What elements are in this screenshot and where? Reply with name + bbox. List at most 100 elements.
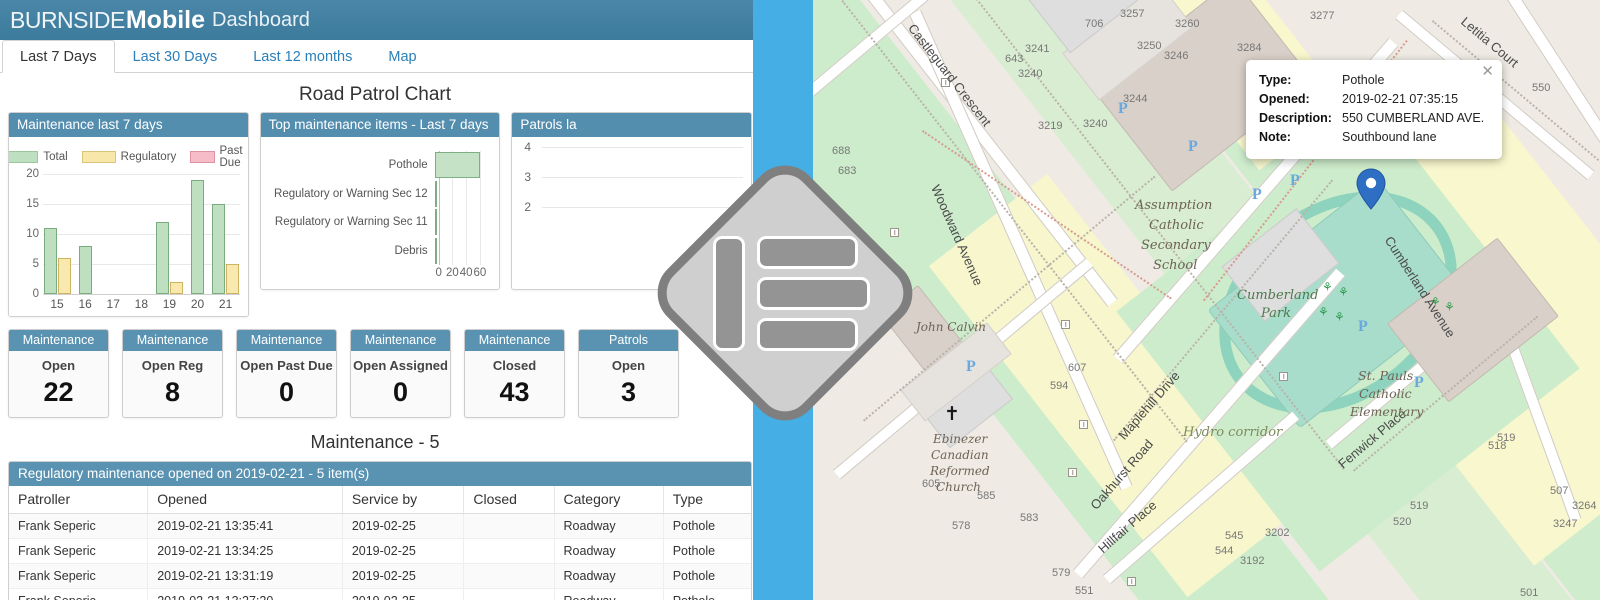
map-house-number: 3284 xyxy=(1237,42,1262,54)
tab-label: Last 30 Days xyxy=(132,48,218,65)
x-tick-label: 0 xyxy=(435,267,442,279)
bar-track xyxy=(434,237,486,266)
table-body: Frank Seperic 2019-02-21 13:35:41 2019-02-… xyxy=(9,513,751,600)
x-tick-label: 18 xyxy=(134,297,148,311)
stat-card-subtitle: Open xyxy=(611,358,646,373)
stat-card-open-reg[interactable]: Maintenance Open Reg 8 xyxy=(122,329,223,418)
stat-card-header: Maintenance xyxy=(351,330,450,351)
table-cell xyxy=(463,563,555,589)
column-header[interactable]: Type xyxy=(663,486,751,514)
tab-last-7-days[interactable]: Last 7 Days xyxy=(2,40,115,73)
bar-group xyxy=(155,174,183,294)
gridline xyxy=(542,177,744,178)
column-header[interactable]: Patroller xyxy=(9,486,149,514)
map-house-number: 585 xyxy=(977,490,996,502)
bar-group xyxy=(99,174,127,294)
tab-map[interactable]: Map xyxy=(370,40,434,72)
table-row[interactable]: Frank Seperic 2019-02-21 13:34:25 2019-02-… xyxy=(9,538,751,564)
map-street-label-woodward-avenue: Woodward Avenue xyxy=(928,182,987,288)
popup-key: Description: xyxy=(1259,111,1332,125)
map-street-label-hillfair-place: Hillfair Place xyxy=(1095,497,1160,557)
table-cell: Frank Seperic xyxy=(9,513,149,539)
column-header[interactable]: Opened xyxy=(147,486,343,514)
bar-row: Regulatory or Warning Sec 11 xyxy=(267,208,486,237)
map-house-number: 605 xyxy=(922,478,941,490)
panel-top-maintenance-items: Top maintenance items - Last 7 days Poth… xyxy=(259,112,501,290)
popup-value: Pothole xyxy=(1342,73,1385,87)
stat-card-closed[interactable]: Maintenance Closed 43 xyxy=(464,329,565,418)
panel-body: 2 3 4 xyxy=(512,137,752,289)
map-poi-cumberland-park-line1: Cumberland xyxy=(1237,288,1319,303)
popup-value: Southbound lane xyxy=(1342,130,1437,144)
brand-burnside: Burnside xyxy=(10,6,125,33)
panel-body: Total Regulatory Past Due 0 5 10 15 20 1… xyxy=(8,137,248,316)
map-poi-ebinezer-line4: Church xyxy=(936,480,981,494)
map-poi-john-calvin: John Calvin xyxy=(916,320,986,334)
map-house-number: 3250 xyxy=(1137,40,1162,52)
map-poi-assumption-line4: School xyxy=(1153,258,1198,273)
popup-value: 550 CUMBERLAND AVE. xyxy=(1342,111,1485,125)
map-house-number: 3241 xyxy=(1025,43,1050,55)
stat-card-open[interactable]: Maintenance Open 22 xyxy=(8,329,109,418)
map-info-popup[interactable]: ✕ Type: Pothole Opened: 2019-02-21 07:35… xyxy=(1246,60,1502,159)
table-cell: Pothole xyxy=(663,513,751,539)
table-row[interactable]: Frank Seperic 2019-02-21 13:35:41 2019-02-… xyxy=(9,513,751,539)
dashboard-pane: Burnside Mobile Dashboard Last 7 Days Last… xyxy=(0,0,760,600)
map-house-number: 551 xyxy=(1075,585,1094,597)
map-street-label-maplehill-drive: Maplehill Drive xyxy=(1115,368,1183,443)
stat-card-open[interactable]: Patrols Open 3 xyxy=(578,329,679,418)
stat-card-open-past-due[interactable]: Maintenance Open Past Due 0 xyxy=(236,329,337,418)
legend-label: Regulatory xyxy=(120,151,177,163)
table-cell: 2019-02-25 xyxy=(342,538,465,564)
bar-track xyxy=(434,208,486,237)
panel-title: Maintenance last 7 days xyxy=(9,113,248,137)
parking-icon: P xyxy=(1252,186,1262,203)
stat-card-open-assigned[interactable]: Maintenance Open Assigned 0 xyxy=(350,329,451,418)
panel-patrols: Patrols la 2 3 4 xyxy=(511,112,753,290)
map-house-number: 550 xyxy=(1532,82,1551,94)
stat-card-subtitle: Open xyxy=(41,358,76,373)
y-tick-label: 0 xyxy=(32,288,39,300)
table-row[interactable]: Frank Seperic2019-02-21 13:27:202019-02-… xyxy=(9,588,751,600)
map-house-number: 607 xyxy=(1068,362,1087,374)
stat-card-value: 0 xyxy=(278,377,295,407)
legend-item-total: Total xyxy=(8,145,68,169)
map-street-label-castleguard-crescent: Castleguard Crescent xyxy=(905,20,995,130)
map-house-number: 519 xyxy=(1410,500,1429,512)
bar xyxy=(434,180,437,207)
category-label: Debris xyxy=(394,244,428,257)
map-poi-assumption-line2: Catholic xyxy=(1149,218,1204,233)
close-icon[interactable]: ✕ xyxy=(1481,64,1494,79)
map-house-number: 545 xyxy=(1225,530,1244,542)
bar xyxy=(434,209,437,236)
y-tick-label: 4 xyxy=(524,140,532,154)
stat-card-subtitle: Open Reg xyxy=(141,358,204,373)
bar-total xyxy=(212,204,226,294)
tab-last-30-days[interactable]: Last 30 Days xyxy=(115,40,236,72)
tab-last-12-months[interactable]: Last 12 months xyxy=(235,40,370,72)
map-house-number: 3264 xyxy=(1572,500,1597,512)
stat-card-subtitle: Closed xyxy=(492,358,537,373)
table-cell: 2019-02-25 xyxy=(342,563,465,589)
stat-card-value: 43 xyxy=(499,377,530,407)
map-house-number: 3219 xyxy=(1038,120,1063,132)
gridline xyxy=(542,207,744,208)
column-header[interactable]: Category xyxy=(554,486,664,514)
table-row[interactable]: Frank Seperic 2019-02-21 13:31:19 2019-02-… xyxy=(9,563,751,589)
table-cell: Frank Seperic xyxy=(9,563,149,589)
map-house-number: 3257 xyxy=(1120,8,1145,20)
map-house-number: 579 xyxy=(1052,567,1071,579)
table-cell: Roadway xyxy=(554,563,664,589)
bar-row: Regulatory or Warning Sec 12 xyxy=(267,180,486,209)
map-house-number: 518 xyxy=(1488,440,1507,452)
map-house-number: 3192 xyxy=(1240,555,1265,567)
column-header[interactable]: Service by xyxy=(342,486,465,514)
panel-maintenance-last-7-days: Maintenance last 7 days Total Regulatory xyxy=(8,112,249,317)
map-pin-marker[interactable] xyxy=(1356,168,1386,210)
bar-group xyxy=(183,174,211,294)
column-header[interactable]: Closed xyxy=(463,486,555,514)
table-cell: Frank Seperic xyxy=(9,538,149,564)
bar-group xyxy=(43,174,71,294)
table-cell: Roadway xyxy=(554,588,664,600)
stat-card-value: 3 xyxy=(620,377,637,407)
